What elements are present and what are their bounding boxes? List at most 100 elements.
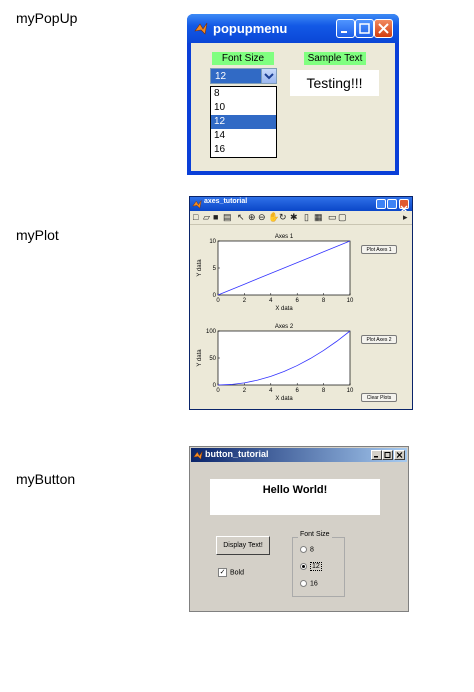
pan-icon[interactable]: ✋ [268,212,279,222]
print-icon[interactable]: ▤ [223,212,232,222]
title-bar[interactable]: axes_tutorial [190,197,412,213]
sample-text-display: Testing!!! [290,70,379,96]
popup-option[interactable]: 10 [211,101,276,115]
x-tick-label: 6 [296,298,300,304]
plot-axes-2-button[interactable]: Plot Axes 2 [361,335,397,344]
x-tick-label: 2 [243,298,247,304]
hello-text-display: Hello World! [210,479,380,515]
radio-button-selected[interactable] [300,563,307,570]
clear-plots-button[interactable]: Clear Plots [361,393,397,402]
plot-axes-1-button[interactable]: Plot Axes 1 [361,245,397,254]
x-tick-label: 8 [322,298,326,304]
minimize-icon [341,31,347,33]
x-tick-label: 2 [243,388,247,394]
font-size-label: Font Size [212,52,274,65]
popupmenu-window: popupmenu Font Size Sample Text 12 8 10 … [187,14,399,175]
popup-option[interactable]: 14 [211,129,276,143]
title-bar[interactable]: popupmenu [187,14,399,43]
axes-2-ylabel: Y data [197,349,203,367]
x-tick-label: 4 [269,298,273,304]
close-button[interactable] [399,199,409,213]
bold-label: Bold [230,569,245,577]
maximize-button[interactable] [387,199,397,209]
popup-selected-value: 12 [215,71,227,82]
new-figure-icon[interactable]: □ [193,212,198,222]
y-tick-label: 100 [206,329,217,335]
toolbar-overflow-icon[interactable]: ▸ [403,212,408,222]
colorbar-icon[interactable]: ▯ [304,212,309,222]
x-tick-label: 0 [216,388,220,394]
label-myplot: myPlot [16,227,59,243]
x-tick-label: 10 [347,388,354,394]
save-icon[interactable]: ■ [213,212,218,222]
sample-text-label: Sample Text [304,52,366,65]
matlab-logo-icon [193,451,203,460]
radio-option-8[interactable]: 8 [300,546,314,553]
display-text-button[interactable]: Display Text! [216,536,270,555]
matlab-logo-icon [192,200,202,209]
popup-option-selected[interactable]: 12 [211,115,276,129]
chevron-down-icon[interactable] [261,69,276,83]
radio-option-16[interactable]: 16 [300,580,318,587]
show-plot-tools-icon[interactable]: ▢ [338,212,347,222]
popup-option[interactable]: 16 [211,143,276,157]
radio-label: 16 [310,580,318,588]
bold-checkbox[interactable]: ✓ [218,568,227,577]
font-size-dropdown-list: 8 10 12 14 16 [210,86,277,158]
x-tick-label: 10 [347,298,354,304]
axes-tutorial-window: axes_tutorial □ ▱ ■ ▤ ↖ ⊕ ⊖ ✋ ↻ ✱ ▯ ▦ ▭ … [189,196,413,410]
close-icon [396,452,403,458]
rotate-icon[interactable]: ↻ [279,212,287,222]
open-file-icon[interactable]: ▱ [203,212,210,222]
zoom-in-icon[interactable]: ⊕ [248,212,256,222]
minimize-button[interactable] [336,19,355,38]
maximize-button[interactable] [382,450,393,460]
y-tick-label: 5 [213,266,217,272]
window-title: popupmenu [213,21,288,36]
y-tick-label: 50 [209,356,216,362]
matlab-logo-icon [194,22,208,35]
axes-1-ylabel: Y data [197,259,203,277]
data-cursor-icon[interactable]: ✱ [290,212,298,222]
x-tick-label: 8 [322,388,326,394]
radio-label: 12 [310,562,322,572]
legend-icon[interactable]: ▦ [314,212,323,222]
minimize-button[interactable] [376,199,386,209]
maximize-button[interactable] [355,19,374,38]
font-size-group-title: Font Size [298,531,332,538]
maximize-icon [359,23,370,34]
minimize-icon [374,456,378,458]
radio-button[interactable] [300,546,307,553]
axes-1-xlabel: X data [275,306,293,312]
pointer-icon[interactable]: ↖ [237,212,245,222]
axes-1-title: Axes 1 [275,234,294,240]
radio-option-12[interactable]: 12 [300,562,322,572]
y-tick-label: 10 [209,239,216,245]
font-size-popup-menu[interactable]: 12 [210,68,277,84]
radio-button[interactable] [300,580,307,587]
window-title: axes_tutorial [204,198,248,205]
popup-option[interactable]: 8 [211,87,276,101]
close-button[interactable] [374,19,393,38]
label-mypopup: myPopUp [16,10,78,26]
close-button[interactable] [394,450,405,460]
title-bar[interactable]: button_tutorial [191,448,407,462]
zoom-out-icon[interactable]: ⊖ [258,212,266,222]
button-tutorial-window: button_tutorial Hello World! Display Tex… [189,446,409,612]
x-tick-label: 0 [216,298,220,304]
axes-2-box [217,330,351,386]
window-title: button_tutorial [205,449,269,459]
x-tick-label: 4 [269,388,273,394]
radio-label: 8 [310,546,314,554]
close-icon [378,23,389,34]
hide-plot-tools-icon[interactable]: ▭ [328,212,337,222]
minimize-button[interactable] [371,450,382,460]
figure-toolbar: □ ▱ ■ ▤ ↖ ⊕ ⊖ ✋ ↻ ✱ ▯ ▦ ▭ ▢ ▸ [190,211,412,225]
axes-2-title: Axes 2 [275,324,294,330]
x-tick-label: 6 [296,388,300,394]
maximize-icon [384,452,391,458]
axes-2-xlabel: X data [275,396,293,402]
bold-checkbox-row[interactable]: ✓ Bold [218,568,244,577]
window-client-area: Font Size Sample Text 12 8 10 12 14 16 T… [191,43,395,171]
label-mybutton: myButton [16,471,76,487]
